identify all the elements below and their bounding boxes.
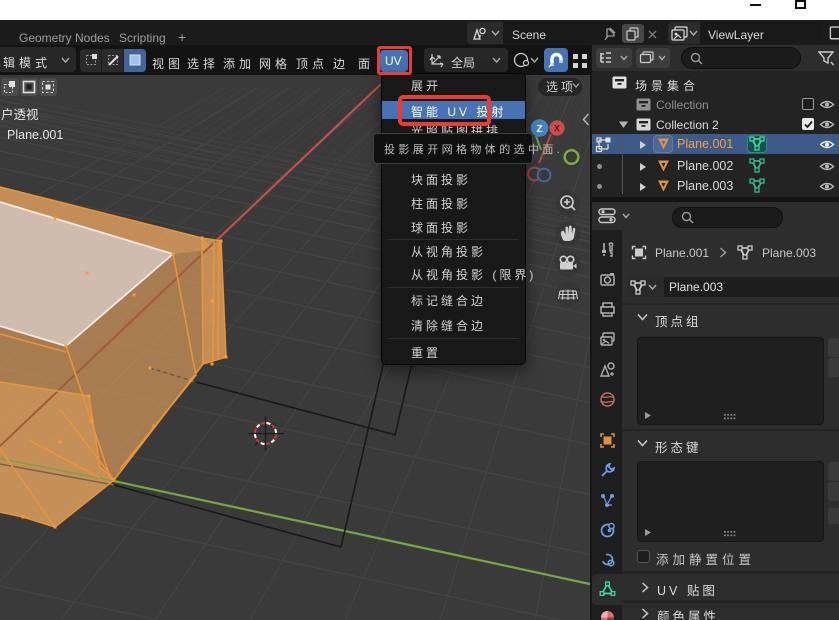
svg-text:选项: 选项: [546, 80, 576, 94]
svg-text:Z: Z: [536, 124, 542, 135]
svg-text:X: X: [554, 124, 560, 134]
svg-text:户透视: 户透视: [1, 107, 39, 122]
svg-text:Plane.001: Plane.001: [7, 128, 63, 142]
